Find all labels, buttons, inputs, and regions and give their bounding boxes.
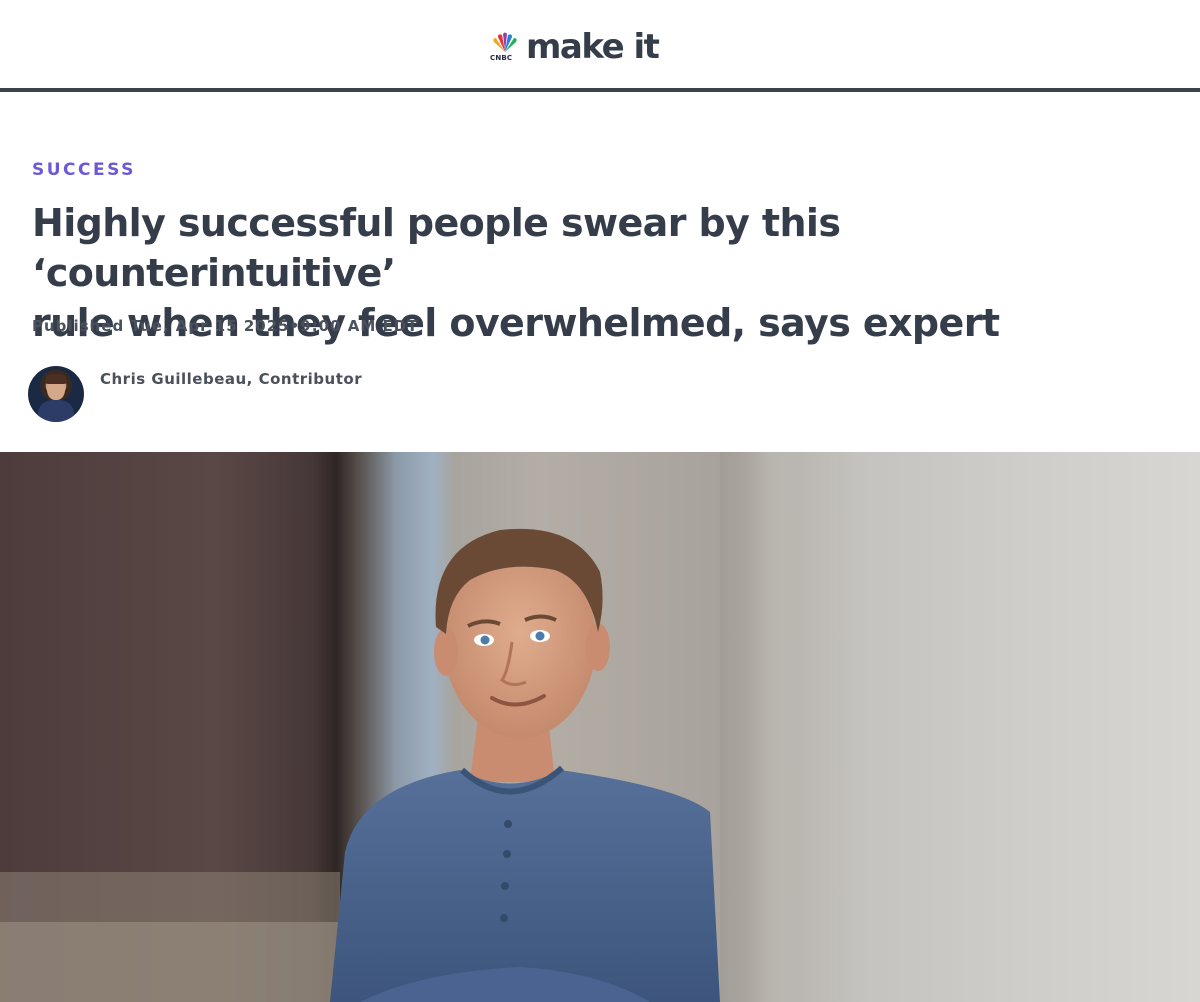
published-timestamp: Published Tue, Apr 15 2025•9:00 AM EDT xyxy=(32,317,419,335)
section-label[interactable]: SUCCESS xyxy=(32,160,136,180)
make-it-wordmark: make it xyxy=(526,27,660,67)
site-header: CNBC make it xyxy=(0,0,1200,92)
author-name[interactable]: Chris Guillebeau, Contributor xyxy=(100,370,362,388)
hero-image xyxy=(0,452,1200,1002)
author-avatar[interactable] xyxy=(28,366,84,422)
cnbc-wordmark: CNBC xyxy=(490,54,513,62)
cnbc-peacock-icon: CNBC xyxy=(490,32,520,64)
cnbc-make-it-logo[interactable]: CNBC make it xyxy=(490,22,660,67)
author-byline: Chris Guillebeau, Contributor xyxy=(28,366,362,422)
headline-line-1: Highly successful people swear by this ‘… xyxy=(32,201,841,295)
